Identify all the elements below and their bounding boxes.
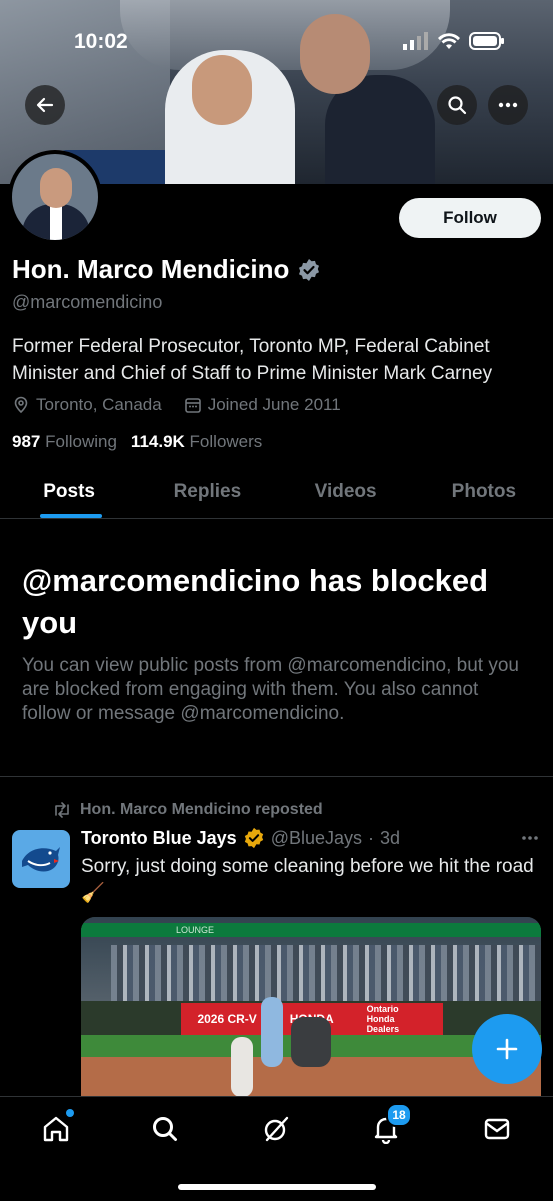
blocked-description: You can view public posts from @marcomen… xyxy=(22,655,519,724)
blocked-title: @marcomendicino has blocked you xyxy=(22,563,489,640)
tab-videos[interactable]: Videos xyxy=(277,466,415,518)
repost-icon xyxy=(55,802,69,818)
post-header: Toronto Blue Jays @BlueJays · 3d xyxy=(81,827,400,849)
following-count: 987 xyxy=(12,432,41,451)
following-label: Following xyxy=(45,432,117,451)
profile-tabs: Posts Replies Videos Photos xyxy=(0,466,553,519)
home-icon xyxy=(43,1116,69,1142)
battery-icon xyxy=(469,32,504,50)
joined-text: Joined June 2011 xyxy=(207,395,341,414)
post-author-avatar[interactable] xyxy=(12,830,70,888)
profile-avatar[interactable] xyxy=(8,150,102,244)
more-horizontal-icon xyxy=(522,836,538,840)
media-ribbon: LOUNGE xyxy=(81,923,541,937)
search-icon xyxy=(448,96,467,115)
tab-photos[interactable]: Photos xyxy=(415,466,553,518)
back-button[interactable] xyxy=(25,85,65,125)
verified-gold-badge-icon xyxy=(244,827,263,849)
profile-bio: Former Federal Prosecutor, Toronto MP, F… xyxy=(12,336,493,384)
location-text: Toronto, Canada xyxy=(36,395,162,414)
media-player xyxy=(231,1037,253,1097)
post-author-handle[interactable]: @BlueJays xyxy=(271,828,362,849)
profile-counts: 987 Following 114.9K Followers xyxy=(12,432,262,452)
status-time: 10:02 xyxy=(74,30,128,53)
divider xyxy=(0,776,553,777)
nav-grok[interactable] xyxy=(256,1111,296,1147)
follow-button[interactable]: Follow xyxy=(399,198,541,238)
avatar-face xyxy=(40,168,72,208)
calendar-icon xyxy=(184,398,201,413)
media-ribbon-text: LOUNGE xyxy=(176,925,215,935)
more-button[interactable] xyxy=(488,85,528,125)
followers-link[interactable]: 114.9K Followers xyxy=(131,432,262,452)
location-pin-icon xyxy=(14,396,28,414)
compose-fab-button[interactable] xyxy=(472,1014,542,1084)
ad-text-3: Ontario Honda Dealers xyxy=(366,1004,400,1034)
grok-icon xyxy=(264,1116,289,1142)
status-bar: 10:02 xyxy=(0,26,553,56)
media-crowd xyxy=(111,945,541,1001)
signal-icon xyxy=(403,32,428,50)
media-batter xyxy=(261,997,283,1067)
post-separator: · xyxy=(368,827,375,848)
following-link[interactable]: 987 Following xyxy=(12,432,117,452)
search-button[interactable] xyxy=(437,85,477,125)
nav-search[interactable] xyxy=(145,1111,185,1147)
home-new-dot xyxy=(66,1109,74,1117)
profile-location: Toronto, Canada xyxy=(12,395,162,415)
search-icon xyxy=(153,1117,177,1141)
profile-name-row: Hon. Marco Mendicino xyxy=(12,254,321,285)
tab-replies[interactable]: Replies xyxy=(138,466,276,518)
mail-icon xyxy=(484,1118,510,1140)
post-time[interactable]: 3d xyxy=(380,828,400,849)
profile-joined: Joined June 2011 xyxy=(184,395,341,415)
nav-home[interactable] xyxy=(36,1109,76,1147)
verified-badge-icon[interactable] xyxy=(297,258,321,282)
arrow-left-icon xyxy=(36,97,54,113)
post-more-button[interactable] xyxy=(521,824,539,847)
plus-icon xyxy=(496,1038,518,1060)
post-author-name[interactable]: Toronto Blue Jays xyxy=(81,828,237,849)
post-media-image[interactable]: LOUNGE 2026 CR-V HONDA Ontario Honda Dea… xyxy=(81,917,541,1097)
profile-handle: @marcomendicino xyxy=(12,292,163,312)
nav-messages[interactable] xyxy=(477,1111,517,1147)
post-text: Sorry, just doing some cleaning before w… xyxy=(81,856,534,904)
wifi-icon xyxy=(438,33,460,49)
media-catcher xyxy=(291,1017,331,1067)
nav-notifications[interactable]: 18 xyxy=(366,1103,412,1147)
banner-person-left-head xyxy=(192,55,252,125)
status-icons xyxy=(403,32,505,50)
profile-meta: Toronto, Canada Joined June 2011 xyxy=(12,395,341,415)
profile-name: Hon. Marco Mendicino xyxy=(12,254,290,284)
tab-posts[interactable]: Posts xyxy=(0,466,138,518)
repost-indicator[interactable]: Hon. Marco Mendicino reposted xyxy=(52,801,323,819)
followers-count: 114.9K xyxy=(130,432,185,451)
blue-jays-logo-icon xyxy=(22,847,60,872)
avatar-shirt xyxy=(50,204,62,240)
more-horizontal-icon xyxy=(498,102,518,108)
repost-label: Hon. Marco Mendicino reposted xyxy=(80,801,323,818)
notifications-badge: 18 xyxy=(386,1103,412,1127)
home-indicator xyxy=(178,1184,376,1190)
ad-text-1: 2026 CR-V xyxy=(197,1012,257,1026)
followers-label: Followers xyxy=(189,432,263,451)
